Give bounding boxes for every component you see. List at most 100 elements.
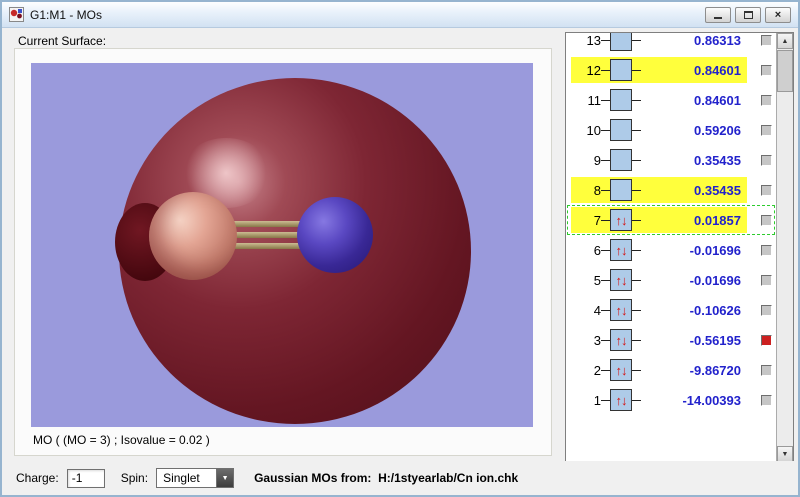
mo-visible-checkbox[interactable]	[761, 155, 772, 166]
orbital-connector-line	[632, 40, 641, 41]
mo-number: 2	[573, 363, 601, 378]
orbital-box-virtual[interactable]	[610, 179, 632, 201]
mo-row-7[interactable]: 7↑↓0.01857	[567, 205, 775, 235]
electron-pair-arrows-icon: ↑↓	[616, 334, 627, 347]
close-button[interactable]: ×	[765, 7, 791, 23]
orbital-box-virtual[interactable]	[610, 119, 632, 141]
orbital-box-virtual[interactable]	[610, 59, 632, 81]
orbital-connector-line	[632, 100, 641, 101]
mo-row-11[interactable]: 11 0.84601	[567, 85, 775, 115]
mo-3d-viewport[interactable]	[31, 63, 533, 427]
mo-row-8[interactable]: 80.35435	[567, 175, 775, 205]
mo-row-4[interactable]: 4↑↓-0.10626	[567, 295, 775, 325]
mo-visible-checkbox[interactable]	[761, 95, 772, 106]
orbital-box-occupied[interactable]: ↑↓	[610, 299, 632, 321]
mo-visible-checkbox[interactable]	[761, 335, 772, 346]
titlebar[interactable]: G1:M1 - MOs ×	[2, 2, 798, 28]
orbital-box-occupied[interactable]: ↑↓	[610, 389, 632, 411]
spin-selected-value: Singlet	[163, 471, 200, 485]
orbital-connector-line	[601, 130, 610, 131]
mo-number: 9	[573, 153, 601, 168]
mo-visible-checkbox[interactable]	[761, 395, 772, 406]
mo-row-main: 2↑↓-9.86720	[571, 357, 747, 383]
orbital-connector-line	[632, 190, 641, 191]
orbital-box-occupied[interactable]: ↑↓	[610, 359, 632, 381]
mo-row-main: 3↑↓-0.56195	[571, 327, 747, 353]
mo-row-9[interactable]: 90.35435	[567, 145, 775, 175]
mo-visible-checkbox[interactable]	[761, 185, 772, 196]
mo-number: 11	[573, 93, 601, 108]
mo-row-2[interactable]: 2↑↓-9.86720	[567, 355, 775, 385]
orbital-connector-line	[632, 370, 641, 371]
orbital-box-occupied[interactable]: ↑↓	[610, 239, 632, 261]
mo-row-main: 7↑↓0.01857	[571, 207, 747, 233]
electron-pair-arrows-icon: ↑↓	[616, 304, 627, 317]
mo-visible-checkbox[interactable]	[761, 305, 772, 316]
surface-caption: MO ( (MO = 3) ; Isovalue = 0.02 )	[33, 433, 210, 447]
mo-energy: 0.84601	[641, 93, 741, 108]
mo-energy: -0.10626	[641, 303, 741, 318]
orbital-connector-line	[632, 70, 641, 71]
orbital-box-virtual[interactable]	[610, 149, 632, 171]
orbital-connector-line	[601, 160, 610, 161]
orbital-connector-line	[601, 400, 610, 401]
mo-visible-checkbox[interactable]	[761, 125, 772, 136]
mos-window: G1:M1 - MOs × Current Surface: MO ( (MO …	[0, 0, 800, 497]
app-icon	[9, 7, 24, 22]
mo-visible-checkbox[interactable]	[761, 365, 772, 376]
mo-energy: -14.00393	[641, 393, 741, 408]
mo-row-10[interactable]: 100.59206	[567, 115, 775, 145]
mo-visible-checkbox[interactable]	[761, 215, 772, 226]
mo-row-5[interactable]: 5↑↓-0.01696	[567, 265, 775, 295]
orbital-connector-line	[601, 40, 610, 41]
spin-dropdown[interactable]: Singlet ▼	[156, 468, 234, 488]
scroll-down-button[interactable]: ▼	[777, 446, 793, 462]
orbital-box-occupied[interactable]: ↑↓	[610, 269, 632, 291]
mo-row-main: 11 0.84601	[571, 87, 747, 113]
mo-number: 1	[573, 393, 601, 408]
maximize-button[interactable]	[735, 7, 761, 23]
source-path: H:/1styearlab/Cn ion.chk	[378, 471, 518, 485]
mo-number: 7	[573, 213, 601, 228]
mo-visible-checkbox[interactable]	[761, 275, 772, 286]
mo-number: 8	[573, 183, 601, 198]
orbital-box-occupied[interactable]: ↑↓	[610, 329, 632, 351]
footer-bar: Charge: Spin: Singlet ▼ Gaussian MOs fro…	[2, 461, 798, 495]
spin-label: Spin:	[121, 471, 148, 485]
orbital-connector-line	[632, 280, 641, 281]
mo-row-12[interactable]: 120.84601	[567, 55, 775, 85]
scrollbar-thumb[interactable]	[777, 50, 793, 92]
orbital-connector-line	[632, 250, 641, 251]
orbital-box-virtual[interactable]	[610, 32, 632, 51]
electron-pair-arrows-icon: ↑↓	[616, 214, 627, 227]
orbital-connector-line	[632, 130, 641, 131]
orbital-connector-line	[601, 220, 610, 221]
minimize-button[interactable]	[705, 7, 731, 23]
mo-rows: 130.86313120.84601 11 0.84601 100.5920690.3…	[567, 32, 775, 415]
mo-visible-checkbox[interactable]	[761, 35, 772, 46]
scroll-up-button[interactable]: ▲	[777, 33, 793, 49]
window-title: G1:M1 - MOs	[30, 8, 102, 22]
mo-visible-checkbox[interactable]	[761, 245, 772, 256]
mo-row-3[interactable]: 3↑↓-0.56195	[567, 325, 775, 355]
mo-row-6[interactable]: 6↑↓-0.01696	[567, 235, 775, 265]
orbital-connector-line	[601, 250, 610, 251]
chevron-down-icon: ▼	[216, 469, 233, 487]
mo-row-13[interactable]: 130.86313	[567, 32, 775, 55]
nitrogen-atom	[297, 197, 373, 273]
orbital-connector-line	[601, 340, 610, 341]
orbital-box-virtual[interactable]	[610, 89, 632, 111]
mo-row-1[interactable]: 1 ↑↓ -14.00393	[567, 385, 775, 415]
mo-row-main: 1 ↑↓ -14.00393	[571, 387, 747, 413]
mo-row-main: 5↑↓-0.01696	[571, 267, 747, 293]
carbon-atom	[149, 192, 237, 280]
mo-row-main: 4↑↓-0.10626	[571, 297, 747, 323]
mo-energy: -0.01696	[641, 243, 741, 258]
orbital-connector-line	[632, 220, 641, 221]
mo-visible-checkbox[interactable]	[761, 65, 772, 76]
charge-input[interactable]	[67, 469, 105, 488]
orbital-box-occupied[interactable]: ↑↓	[610, 209, 632, 231]
mo-row-main: 6↑↓-0.01696	[571, 237, 747, 263]
mo-list-scrollbar[interactable]: ▲ ▼	[776, 33, 793, 462]
orbital-connector-line	[601, 70, 610, 71]
